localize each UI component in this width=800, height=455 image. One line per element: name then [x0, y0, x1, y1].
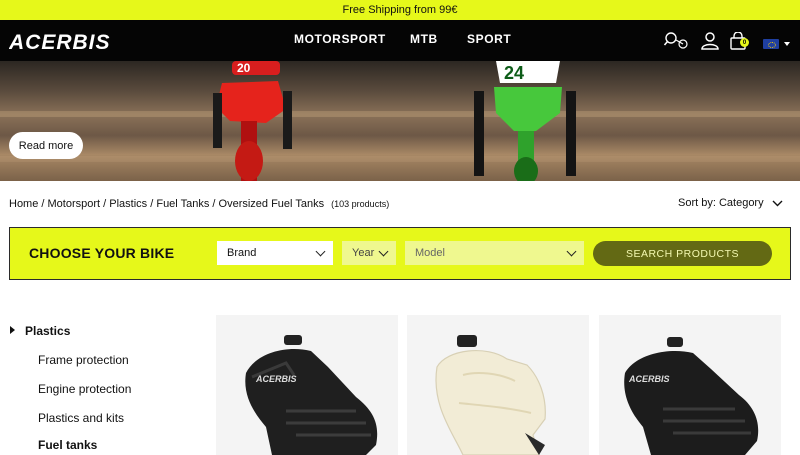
cart-count-badge: 0: [740, 38, 749, 47]
breadcrumb-plastics[interactable]: Plastics: [109, 198, 147, 210]
bike-selector: CHOOSE YOUR BIKE Brand Year Model SEARCH…: [9, 227, 791, 280]
sort-dropdown[interactable]: Sort by: Category: [678, 197, 783, 209]
promo-text: Free Shipping from 99€: [342, 4, 458, 16]
nav-motorsport[interactable]: MOTORSPORT: [294, 32, 386, 46]
chevron-down-icon[interactable]: [784, 42, 790, 46]
main-header: ACERBIS MOTORSPORT MTB SPORT 0: [0, 20, 800, 61]
product-card[interactable]: [407, 315, 589, 455]
brand-select-value: Brand: [227, 247, 257, 259]
promo-bar: Free Shipping from 99€: [0, 0, 800, 20]
hero-banner: 20 24: [0, 61, 800, 181]
sidebar-category-plastics[interactable]: Plastics: [25, 324, 70, 338]
black-fuel-tank-image: ACERBIS: [624, 337, 759, 455]
chevron-down-icon: [566, 246, 577, 257]
logo-text: ACERBIS: [9, 31, 111, 52]
bike-selector-title: CHOOSE YOUR BIKE: [29, 245, 175, 261]
black-fuel-tank-image: ACERBIS: [245, 335, 378, 455]
read-more-button[interactable]: Read more: [9, 132, 83, 159]
expand-triangle-icon[interactable]: [10, 326, 15, 334]
hero-image: 20 24: [213, 61, 576, 181]
svg-text:ACERBIS: ACERBIS: [255, 374, 297, 384]
sidebar-item-engine-protection[interactable]: Engine protection: [38, 382, 131, 396]
sort-label: Sort by: Category: [678, 197, 764, 209]
breadcrumb-home[interactable]: Home: [9, 198, 38, 210]
model-select[interactable]: Model: [405, 241, 584, 265]
brand-select[interactable]: Brand: [217, 241, 333, 265]
breadcrumb: Home / Motorsport / Plastics / Fuel Tank…: [9, 198, 390, 210]
svg-text:ACERBIS: ACERBIS: [628, 374, 670, 384]
model-select-value: Model: [415, 247, 445, 259]
breadcrumb-fuel-tanks[interactable]: Fuel Tanks: [156, 198, 209, 210]
breadcrumb-motorsport[interactable]: Motorsport: [48, 198, 101, 210]
chevron-down-icon: [315, 246, 326, 257]
product-count: (103 products): [331, 199, 390, 209]
year-select[interactable]: Year: [342, 241, 396, 265]
product-card[interactable]: ACERBIS: [216, 315, 398, 455]
green-motocross-bike: 24: [474, 61, 576, 181]
chevron-down-icon: [378, 246, 389, 257]
sidebar-item-frame-protection[interactable]: Frame protection: [38, 353, 129, 367]
acerbis-logo[interactable]: ACERBIS: [9, 30, 133, 52]
nav-sport[interactable]: SPORT: [467, 32, 511, 46]
natural-fuel-tank-image: [435, 335, 546, 455]
product-card[interactable]: ACERBIS: [599, 315, 781, 455]
green-bike-number: 24: [504, 63, 524, 83]
search-products-button[interactable]: SEARCH PRODUCTS: [593, 241, 772, 266]
red-motocross-bike: 20: [213, 61, 292, 181]
breadcrumb-current: Oversized Fuel Tanks: [218, 198, 325, 210]
red-bike-number: 20: [237, 61, 251, 75]
eu-flag-icon[interactable]: [763, 39, 779, 49]
nav-mtb[interactable]: MTB: [410, 32, 438, 46]
bike-search-icon[interactable]: [664, 32, 690, 50]
sidebar-item-plastics-and-kits[interactable]: Plastics and kits: [38, 411, 124, 425]
chevron-down-icon: [772, 200, 783, 206]
user-icon[interactable]: [700, 32, 720, 50]
year-select-value: Year: [352, 247, 375, 259]
